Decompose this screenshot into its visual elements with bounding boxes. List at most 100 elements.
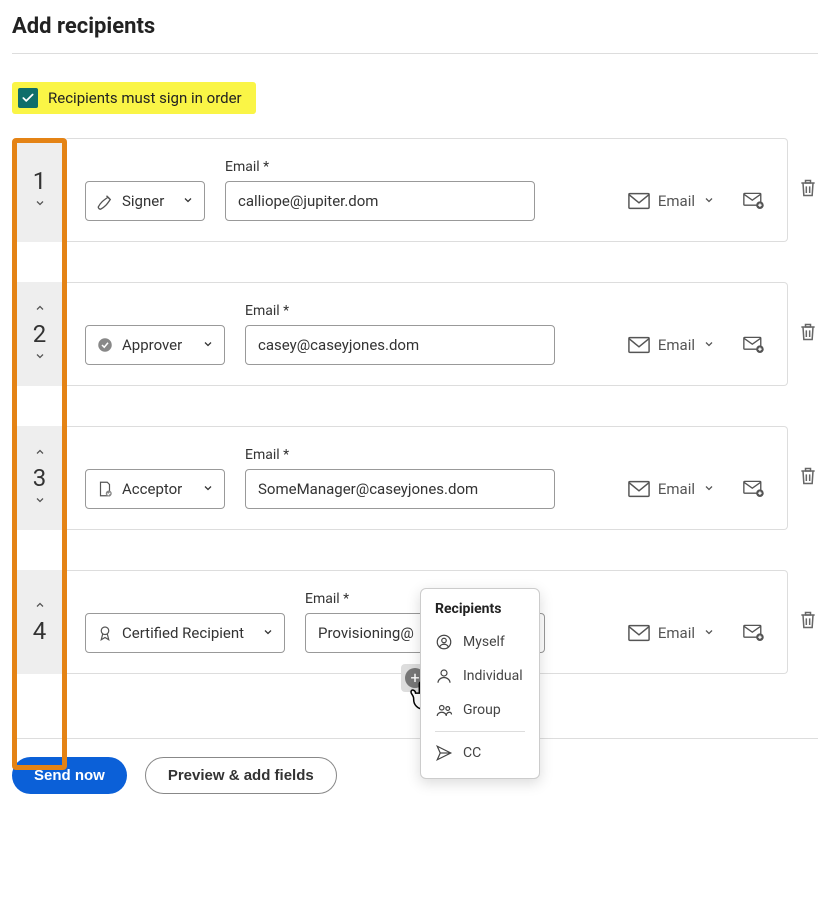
email-label: Email * xyxy=(245,447,555,463)
delete-button[interactable] xyxy=(798,609,818,635)
footer: Send now Preview & add fields xyxy=(12,738,818,794)
pen-icon xyxy=(96,192,114,210)
popover-item-label: Group xyxy=(463,702,501,718)
user-icon xyxy=(435,667,453,685)
role-label: Approver xyxy=(122,336,182,354)
popover-title: Recipients xyxy=(421,599,539,625)
chevron-up-icon[interactable] xyxy=(34,302,46,318)
delivery-label: Email xyxy=(658,336,695,354)
mail-icon xyxy=(628,192,650,210)
chevron-down-icon xyxy=(703,480,715,498)
trash-icon xyxy=(798,609,818,631)
mail-icon xyxy=(628,336,650,354)
document-check-icon xyxy=(96,480,114,498)
order-handle[interactable]: 3 xyxy=(12,426,67,530)
delivery-select[interactable]: Email xyxy=(624,469,719,509)
chevron-down-icon xyxy=(703,336,715,354)
chevron-down-icon xyxy=(182,192,194,210)
delivery-label: Email xyxy=(658,480,695,498)
add-me-button[interactable] xyxy=(739,613,769,653)
email-input[interactable] xyxy=(225,181,535,221)
delivery-select[interactable]: Email xyxy=(624,325,719,365)
divider xyxy=(435,731,525,732)
user-circle-icon xyxy=(435,633,453,651)
role-select[interactable]: Approver xyxy=(85,325,225,365)
trash-icon xyxy=(798,465,818,487)
delete-button[interactable] xyxy=(798,321,818,347)
send-now-button[interactable]: Send now xyxy=(12,757,127,794)
popover-item-cc[interactable]: CC xyxy=(421,736,539,770)
email-label: Email * xyxy=(245,303,555,319)
envelope-plus-icon xyxy=(743,478,765,500)
role-select[interactable]: Acceptor xyxy=(85,469,225,509)
check-circle-icon xyxy=(96,336,114,354)
chevron-down-icon xyxy=(202,336,214,354)
sign-order-checkbox-row[interactable]: Recipients must sign in order xyxy=(12,82,256,114)
checkbox-icon xyxy=(18,88,38,108)
preview-add-fields-button[interactable]: Preview & add fields xyxy=(145,757,337,794)
add-recipient-area: + xyxy=(12,664,818,714)
popover-item-group[interactable]: Group xyxy=(421,693,539,727)
recipient-card: Approver Email * Email xyxy=(67,282,788,386)
add-me-button[interactable] xyxy=(739,469,769,509)
envelope-plus-icon xyxy=(743,622,765,644)
chevron-down-icon[interactable] xyxy=(34,350,46,366)
chevron-up-icon[interactable] xyxy=(34,599,46,615)
email-label: Email * xyxy=(225,159,535,175)
role-label: Acceptor xyxy=(122,480,182,498)
delivery-label: Email xyxy=(658,624,695,642)
order-number: 1 xyxy=(33,167,47,195)
chevron-up-icon[interactable] xyxy=(34,446,46,462)
recipient-row: 2 Approver Email * Email xyxy=(12,282,818,386)
divider xyxy=(12,53,818,54)
page-title: Add recipients xyxy=(12,14,818,39)
group-icon xyxy=(435,701,453,719)
add-me-button[interactable] xyxy=(739,325,769,365)
delete-button[interactable] xyxy=(798,177,818,203)
delete-button[interactable] xyxy=(798,465,818,491)
popover-item-label: CC xyxy=(463,745,481,761)
envelope-plus-icon xyxy=(743,334,765,356)
add-recipient-popover: Recipients Myself Individual Group CC xyxy=(420,588,540,779)
mail-icon xyxy=(628,624,650,642)
trash-icon xyxy=(798,177,818,199)
order-number: 3 xyxy=(33,464,47,492)
order-handle[interactable]: 1 xyxy=(12,138,67,242)
chevron-down-icon xyxy=(703,192,715,210)
send-icon xyxy=(435,744,453,762)
recipients-list: 1 Signer Email * Email xyxy=(12,138,818,674)
sign-order-label: Recipients must sign in order xyxy=(48,89,242,107)
chevron-down-icon xyxy=(262,624,274,642)
popover-item-individual[interactable]: Individual xyxy=(421,659,539,693)
chevron-down-icon[interactable] xyxy=(34,494,46,510)
add-me-button[interactable] xyxy=(739,181,769,221)
mail-icon xyxy=(628,480,650,498)
popover-item-label: Myself xyxy=(463,634,505,650)
popover-item-label: Individual xyxy=(463,668,523,684)
recipient-row: 1 Signer Email * Email xyxy=(12,138,818,242)
recipient-row: 4 Certified Recipient Email * Email xyxy=(12,570,818,674)
ribbon-icon xyxy=(96,624,114,642)
email-input[interactable] xyxy=(245,469,555,509)
recipient-card: Signer Email * Email xyxy=(67,138,788,242)
delivery-label: Email xyxy=(658,192,695,210)
role-select[interactable]: Certified Recipient xyxy=(85,613,285,653)
order-number: 4 xyxy=(33,617,47,645)
chevron-down-icon xyxy=(703,624,715,642)
role-select[interactable]: Signer xyxy=(85,181,205,221)
recipient-card: Acceptor Email * Email xyxy=(67,426,788,530)
recipient-row: 3 Acceptor Email * Email xyxy=(12,426,818,530)
trash-icon xyxy=(798,321,818,343)
popover-item-myself[interactable]: Myself xyxy=(421,625,539,659)
order-handle[interactable]: 2 xyxy=(12,282,67,386)
role-label: Certified Recipient xyxy=(122,624,244,642)
email-input[interactable] xyxy=(245,325,555,365)
envelope-plus-icon xyxy=(743,190,765,212)
chevron-down-icon xyxy=(202,480,214,498)
delivery-select[interactable]: Email xyxy=(624,181,719,221)
chevron-down-icon[interactable] xyxy=(34,197,46,213)
order-number: 2 xyxy=(33,320,47,348)
order-handle[interactable]: 4 xyxy=(12,570,67,674)
role-label: Signer xyxy=(122,192,164,210)
delivery-select[interactable]: Email xyxy=(624,613,719,653)
